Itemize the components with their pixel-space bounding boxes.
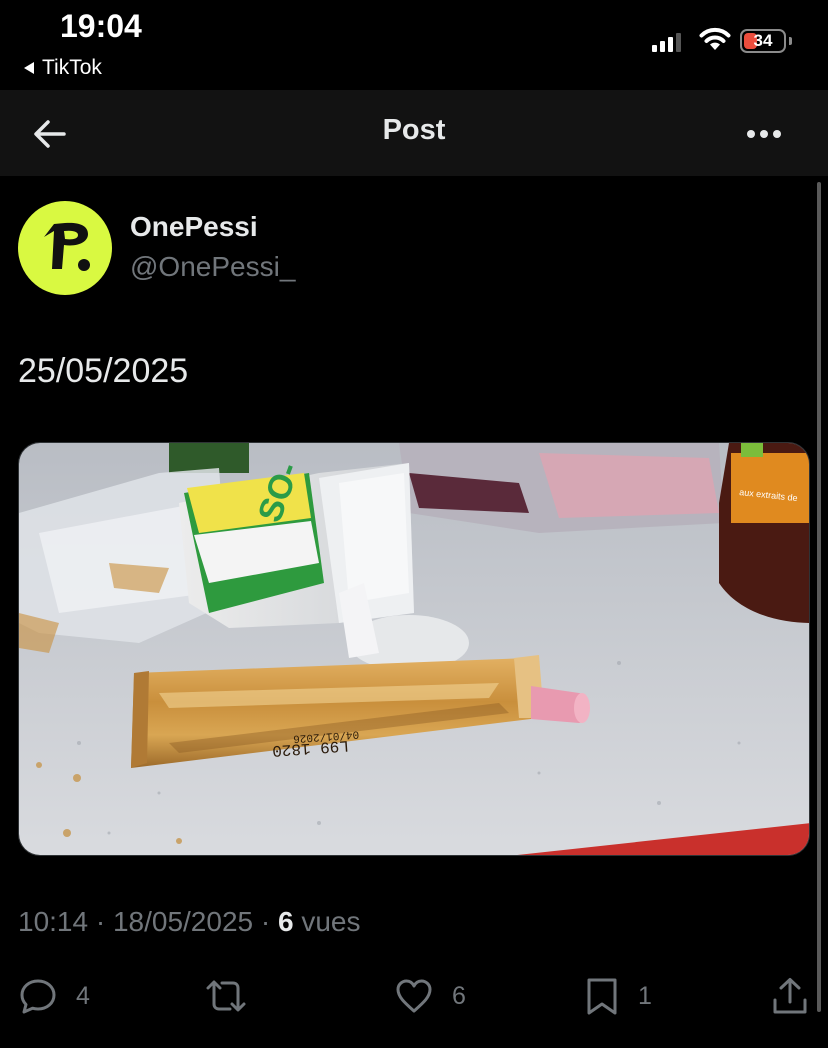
- repost-icon: [206, 980, 246, 1012]
- back-to-app-button[interactable]: TikTok: [24, 56, 102, 80]
- battery-level-text: 34: [753, 31, 773, 50]
- views-label: vues: [293, 906, 361, 937]
- views-count: 6: [277, 906, 294, 937]
- wifi-icon: [699, 27, 731, 50]
- reply-count: 4: [76, 981, 90, 1010]
- back-app-label: TikTok: [42, 56, 102, 79]
- post-metadata: 10:14 · 18/05/2025 · 6 vues: [18, 906, 361, 938]
- post-text: 25/05/2025: [18, 352, 189, 390]
- battery-charging-icon: 34: [740, 29, 786, 53]
- like-button[interactable]: 6: [394, 972, 466, 1020]
- photo-scene: aux extraits de SO- L99 1820 04/01/2026: [19, 443, 809, 855]
- more-options-icon[interactable]: [744, 124, 784, 144]
- share-button[interactable]: [770, 972, 810, 1020]
- like-icon: [396, 979, 432, 1013]
- back-triangle-icon: [24, 62, 34, 74]
- reply-icon: [20, 979, 56, 1014]
- action-bar: 4 6 1: [0, 972, 828, 1020]
- cellular-signal-icon: [652, 32, 681, 52]
- post-timestamp: 10:14 · 18/05/2025 ·: [18, 906, 278, 937]
- author-handle[interactable]: @OnePessi_: [130, 251, 295, 283]
- status-time: 19:04: [60, 8, 142, 44]
- avatar[interactable]: [18, 201, 112, 295]
- battery-cap: [789, 37, 792, 45]
- share-icon: [773, 978, 807, 1014]
- bookmark-count: 1: [638, 981, 652, 1010]
- bookmark-icon: [587, 978, 617, 1015]
- page-title: Post: [382, 114, 446, 146]
- like-count: 6: [452, 981, 466, 1010]
- reply-button[interactable]: 4: [18, 972, 90, 1020]
- bookmark-button[interactable]: 1: [584, 972, 652, 1020]
- post-photo[interactable]: aux extraits de SO- L99 1820 04/01/2026: [18, 442, 810, 856]
- repost-button[interactable]: [204, 972, 266, 1020]
- scrollbar[interactable]: [817, 182, 821, 1012]
- onepessi-logo-icon: [44, 222, 90, 271]
- back-arrow-icon[interactable]: [30, 114, 70, 154]
- author-name[interactable]: OnePessi: [130, 211, 258, 243]
- status-bar: 19:04 TikTok 34: [0, 0, 828, 90]
- post-header: Post: [0, 90, 828, 176]
